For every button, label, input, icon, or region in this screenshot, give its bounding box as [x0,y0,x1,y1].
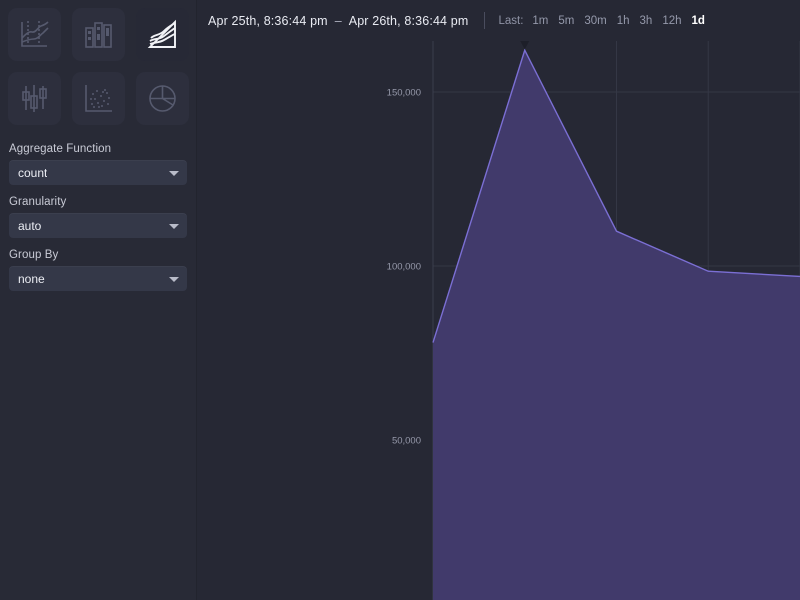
quick-range-30m[interactable]: 30m [584,15,606,27]
query-controls: Aggregate Function count Granularity aut… [0,125,196,291]
peak-marker-icon [519,41,530,49]
y-axis-tick-label: 100,000 [387,262,421,273]
main-panel: Apr 25th, 8:36:44 pm – Apr 26th, 8:36:44… [197,0,800,600]
chart-type-stacked-area-chart[interactable] [136,8,189,61]
group-by-label: Group By [9,249,187,261]
chart-annotations [519,41,530,49]
chart-type-line-chart[interactable] [8,8,61,61]
quick-range-3h[interactable]: 3h [640,15,653,27]
chart-plot-area[interactable]: 50,000 100,000 150,000 [197,41,800,600]
chart-type-candlestick-chart[interactable] [8,72,61,125]
control-group-aggregate-function: Aggregate Function count [9,143,187,185]
y-axis-ticks: 50,000 100,000 150,000 [387,88,421,447]
date-range-start[interactable]: Apr 25th, 8:36:44 pm [208,14,328,28]
chart-type-selector [0,0,196,125]
chart-type-scatter-plot[interactable] [72,72,125,125]
quick-range-label: Last: [498,15,523,27]
toolbar-divider [484,12,485,29]
chevron-down-icon [169,277,179,282]
date-range-end[interactable]: Apr 26th, 8:36:44 pm [349,14,469,28]
area-chart-svg: 50,000 100,000 150,000 [197,41,800,600]
analytics-chart-app: Aggregate Function count Granularity aut… [0,0,800,600]
chart-type-bar-chart[interactable] [72,8,125,61]
control-group-granularity: Granularity auto [9,196,187,238]
bar-chart-icon [82,18,115,51]
aggregate-function-label: Aggregate Function [9,143,187,155]
aggregate-function-value: count [18,166,47,180]
date-range-separator: – [335,14,342,28]
control-group-group-by: Group By none [9,249,187,291]
quick-range-1h[interactable]: 1h [617,15,630,27]
granularity-value: auto [18,219,41,233]
y-axis-tick-label: 50,000 [392,436,421,447]
quick-range-1d[interactable]: 1d [692,15,705,27]
candlestick-chart-icon [18,82,51,115]
chevron-down-icon [169,171,179,176]
sidebar: Aggregate Function count Granularity aut… [0,0,197,600]
pie-chart-icon [146,82,179,115]
scatter-chart-icon [82,82,115,115]
toolbar: Apr 25th, 8:36:44 pm – Apr 26th, 8:36:44… [197,0,800,41]
stacked-area-chart-icon [146,18,179,51]
group-by-value: none [18,272,45,286]
quick-range-12h[interactable]: 12h [662,15,681,27]
chevron-down-icon [169,224,179,229]
chart-type-pie-chart[interactable] [136,72,189,125]
quick-range-5m[interactable]: 5m [558,15,574,27]
aggregate-function-select[interactable]: count [9,160,187,185]
group-by-select[interactable]: none [9,266,187,291]
quick-range-1m[interactable]: 1m [532,15,548,27]
line-chart-icon [18,18,51,51]
y-axis-tick-label: 150,000 [387,88,421,99]
granularity-select[interactable]: auto [9,213,187,238]
granularity-label: Granularity [9,196,187,208]
